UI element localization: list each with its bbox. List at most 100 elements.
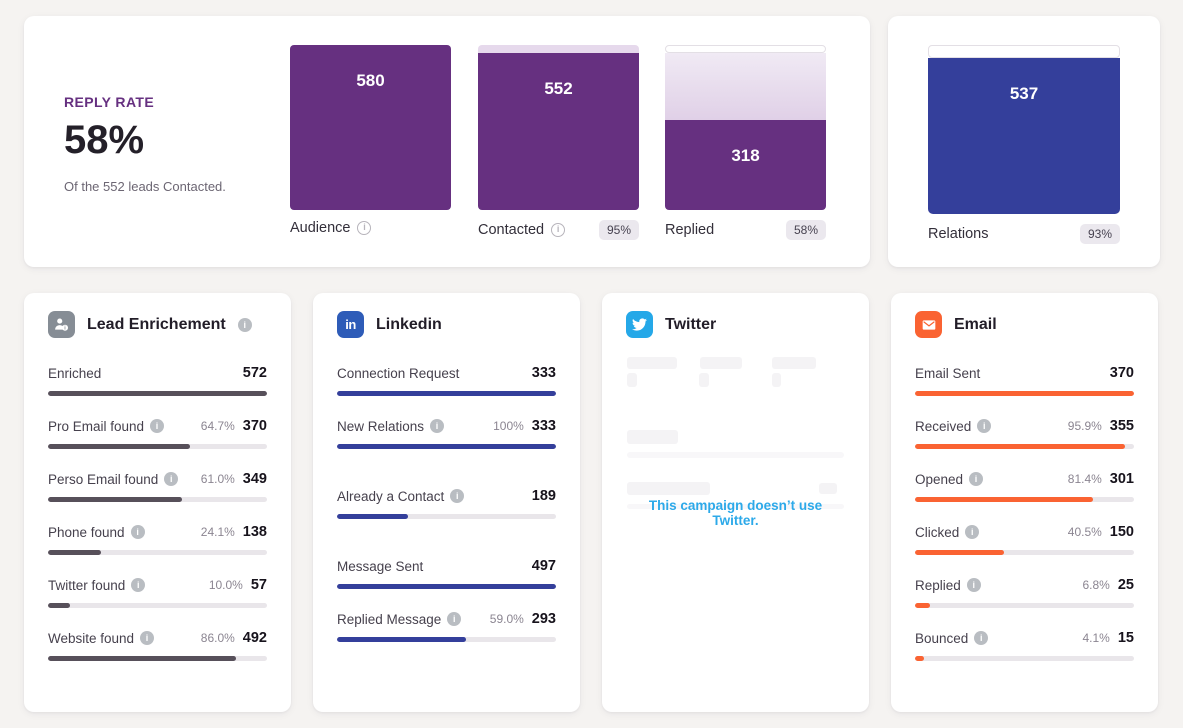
- twitter-skeleton: This campaign doesn’t use Twitter.: [626, 357, 845, 532]
- metric-label: Received: [915, 419, 971, 434]
- progress-track: [337, 444, 556, 449]
- replied-percent-badge: 58%: [786, 220, 826, 240]
- info-icon[interactable]: i: [150, 419, 164, 433]
- metric-percent: 100%: [493, 419, 524, 433]
- progress-track: [337, 514, 556, 519]
- info-icon[interactable]: i: [357, 221, 371, 235]
- info-icon[interactable]: i: [974, 631, 988, 645]
- relations-label: Relations: [928, 226, 988, 242]
- contacted-percent-badge: 95%: [599, 220, 639, 240]
- metric-row: New Relationsi 100%333: [337, 417, 556, 449]
- metric-percent: 10.0%: [209, 578, 243, 592]
- lead-enrichment-card: i Lead Enrichement i Enriched 572 Pro Em…: [24, 293, 291, 712]
- progress-fill: [337, 391, 556, 396]
- metric-value: 57: [251, 577, 267, 593]
- reply-rate-summary: REPLY RATE 58% Of the 552 leads Contacte…: [64, 94, 226, 194]
- metric-value: 15: [1118, 630, 1134, 646]
- progress-fill: [337, 637, 466, 642]
- progress-track: [915, 444, 1134, 449]
- funnel-bar-contacted: 552: [478, 45, 639, 210]
- info-icon[interactable]: i: [450, 489, 464, 503]
- metric-percent: 86.0%: [201, 631, 235, 645]
- info-icon[interactable]: i: [164, 472, 178, 486]
- linkedin-icon: in: [337, 311, 364, 338]
- metric-percent: 6.8%: [1083, 578, 1110, 592]
- funnel-bar-replied: 318: [665, 45, 826, 210]
- metric-row: Bounced i 4.1% 15: [915, 629, 1134, 661]
- linkedin-card-title: Linkedin: [376, 316, 442, 334]
- twitter-unused-link[interactable]: This campaign doesn’t use Twitter.: [626, 498, 845, 528]
- metric-label: Enriched: [48, 366, 101, 381]
- replied-label: Replied: [665, 222, 714, 238]
- skeleton-block: [627, 373, 637, 387]
- info-icon[interactable]: i: [977, 419, 991, 433]
- metric-label: Bounced: [915, 631, 968, 646]
- metric-row: Twitter foundi 10.0%57: [48, 576, 267, 608]
- skeleton-block: [627, 452, 844, 458]
- metric-label: Already a Contact: [337, 489, 444, 504]
- info-icon[interactable]: i: [969, 472, 983, 486]
- metric-row: Replied Messagei 59.0%293: [337, 610, 556, 642]
- metric-label: Email Sent: [915, 366, 980, 381]
- info-icon[interactable]: i: [131, 578, 145, 592]
- metric-label: Perso Email found: [48, 472, 158, 487]
- info-icon[interactable]: i: [551, 223, 565, 237]
- metric-label: Opened: [915, 472, 963, 487]
- progress-fill: [48, 550, 101, 555]
- info-icon[interactable]: i: [447, 612, 461, 626]
- relations-label-row: Relations 93%: [928, 224, 1120, 244]
- metric-percent: 95.9%: [1068, 419, 1102, 433]
- funnel-bar-audience: 580: [290, 45, 451, 210]
- metric-percent: 4.1%: [1083, 631, 1110, 645]
- replied-value: 318: [665, 120, 826, 166]
- contacted-label-row: Contacted i 95%: [478, 220, 639, 240]
- lead-card-title: Lead Enrichement: [87, 316, 226, 334]
- relations-percent-badge: 93%: [1080, 224, 1120, 244]
- metric-label: Replied Message: [337, 612, 441, 627]
- metric-value: 301: [1110, 471, 1134, 487]
- twitter-card: Twitter This campaign doesn’t use Twitte…: [602, 293, 869, 712]
- metric-value: 492: [243, 630, 267, 646]
- metric-label: Clicked: [915, 525, 959, 540]
- contacted-segment: 552: [478, 53, 639, 210]
- metric-percent: 40.5%: [1068, 525, 1102, 539]
- metric-row: Website foundi 86.0%492: [48, 629, 267, 661]
- metric-value: 355: [1110, 418, 1134, 434]
- replied-label-row: Replied 58%: [665, 220, 826, 240]
- info-icon[interactable]: i: [430, 419, 444, 433]
- audience-label: Audience i: [290, 220, 371, 236]
- info-icon[interactable]: i: [967, 578, 981, 592]
- progress-fill: [48, 391, 267, 396]
- metric-value: 333: [532, 365, 556, 381]
- relations-empty-cap: [928, 45, 1120, 58]
- progress-track: [337, 637, 556, 642]
- info-icon[interactable]: i: [238, 318, 252, 332]
- relations-segment: 537: [928, 58, 1120, 214]
- metric-label: Replied: [915, 578, 961, 593]
- info-icon[interactable]: i: [965, 525, 979, 539]
- funnel-bar-relations: 537: [928, 45, 1120, 214]
- metric-row: Phone foundi 24.1%138: [48, 523, 267, 555]
- skeleton-block: [700, 357, 742, 369]
- metric-percent: 61.0%: [201, 472, 235, 486]
- reply-rate-title: REPLY RATE: [64, 94, 226, 110]
- metric-row: Already a Contacti 189: [337, 487, 556, 519]
- progress-track: [915, 656, 1134, 661]
- metric-percent: 24.1%: [201, 525, 235, 539]
- relations-value: 537: [928, 58, 1120, 104]
- metric-value: 333: [532, 418, 556, 434]
- metric-value: 138: [243, 524, 267, 540]
- metric-row: Openedi 81.4%301: [915, 470, 1134, 502]
- user-info-icon: i: [48, 311, 75, 338]
- metric-row: Pro Email foundi 64.7%370: [48, 417, 267, 449]
- progress-fill: [915, 391, 1134, 396]
- linkedin-card: in Linkedin Connection Request 333 New R…: [313, 293, 580, 712]
- email-card-header: Email: [915, 311, 1134, 338]
- reply-rate-value: 58%: [64, 118, 226, 163]
- envelope-icon: [915, 311, 942, 338]
- metric-percent: 59.0%: [490, 612, 524, 626]
- info-icon[interactable]: i: [140, 631, 154, 645]
- relations-card: 537 Relations 93%: [888, 16, 1160, 267]
- info-icon[interactable]: i: [131, 525, 145, 539]
- progress-track: [915, 550, 1134, 555]
